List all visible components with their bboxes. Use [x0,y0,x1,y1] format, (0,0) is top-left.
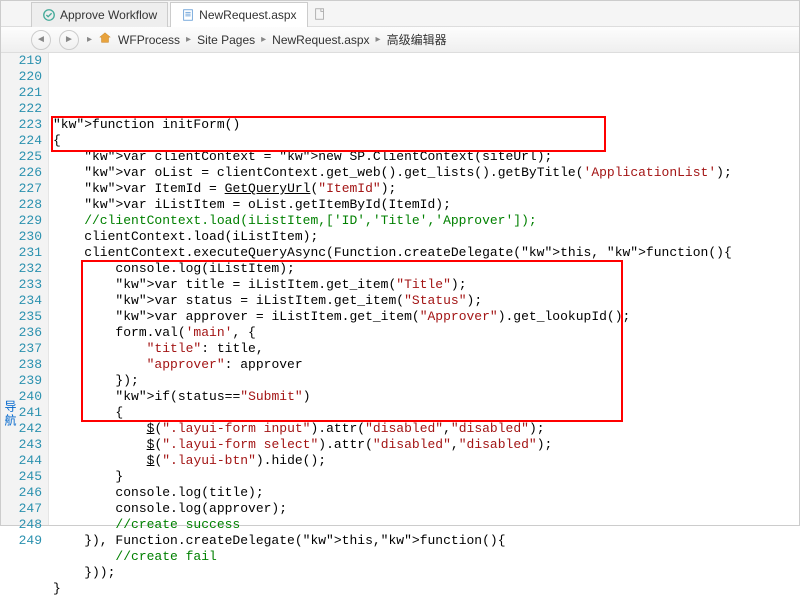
code-line[interactable]: //create fail [53,549,799,565]
chevron-icon: ▸ [186,34,191,45]
line-number: 233 [1,277,42,293]
line-number: 246 [1,485,42,501]
line-number: 234 [1,293,42,309]
nav-forward-button[interactable]: ► [59,30,79,50]
code-line[interactable]: //clientContext.load(iListItem,['ID','Ti… [53,213,799,229]
code-line[interactable]: "title": title, [53,341,799,357]
code-line[interactable]: "kw">var ItemId = GetQueryUrl("ItemId"); [53,181,799,197]
line-number: 222 [1,101,42,117]
line-number: 231 [1,245,42,261]
code-area[interactable]: "kw">function initForm(){ "kw">var clien… [49,53,799,525]
line-number: 248 [1,517,42,533]
code-line[interactable]: "kw">var status = iListItem.get_item("St… [53,293,799,309]
code-line[interactable]: clientContext.executeQueryAsync(Function… [53,245,799,261]
line-number: 224 [1,133,42,149]
tab-approve-workflow[interactable]: Approve Workflow [31,2,168,27]
line-number: 244 [1,453,42,469]
code-line[interactable]: console.log(iListItem); [53,261,799,277]
line-number: 236 [1,325,42,341]
tab-label: NewRequest.aspx [199,8,296,22]
tab-newrequest[interactable]: NewRequest.aspx [170,2,307,27]
line-number: 219 [1,53,42,69]
new-doc-icon [313,7,327,21]
code-editor[interactable]: 2192202212222232242252262272282292302312… [1,53,799,525]
code-line[interactable]: "kw">if(status=="Submit") [53,389,799,405]
tab-bar: Approve Workflow NewRequest.aspx [1,1,799,27]
line-number: 249 [1,533,42,549]
code-line[interactable]: "kw">var clientContext = "kw">new SP.Cli… [53,149,799,165]
breadcrumb-item[interactable]: Site Pages [197,33,255,47]
code-line[interactable]: { [53,405,799,421]
code-line[interactable]: form.val('main', { [53,325,799,341]
line-number: 238 [1,357,42,373]
code-line[interactable]: { [53,133,799,149]
line-number: 237 [1,341,42,357]
chevron-icon: ▸ [376,34,381,45]
line-number: 239 [1,373,42,389]
code-line[interactable]: })); [53,565,799,581]
code-line[interactable] [53,597,799,613]
code-line[interactable]: //create success [53,517,799,533]
line-number: 223 [1,117,42,133]
line-number: 232 [1,261,42,277]
line-number: 245 [1,469,42,485]
breadcrumb-item[interactable]: WFProcess [118,33,180,47]
code-line[interactable]: $(".layui-form input").attr("disabled","… [53,421,799,437]
page-icon [181,8,195,22]
line-number: 227 [1,181,42,197]
line-number: 228 [1,197,42,213]
breadcrumb-bar: ◄ ► ▸ WFProcess ▸ Site Pages ▸ NewReques… [1,27,799,53]
line-number: 235 [1,309,42,325]
home-icon [98,31,112,48]
code-line[interactable]: "kw">var approver = iListItem.get_item("… [53,309,799,325]
nav-back-button[interactable]: ◄ [31,30,51,50]
tab-label: Approve Workflow [60,8,157,22]
code-line[interactable]: "kw">var iListItem = oList.getItemById(I… [53,197,799,213]
code-line[interactable]: }), Function.createDelegate("kw">this,"k… [53,533,799,549]
code-line[interactable]: }); [53,373,799,389]
line-number: 226 [1,165,42,181]
breadcrumb-item[interactable]: NewRequest.aspx [272,33,369,47]
line-number: 243 [1,437,42,453]
check-icon [42,8,56,22]
line-number: 225 [1,149,42,165]
code-line[interactable]: "approver": approver [53,357,799,373]
line-number-gutter: 2192202212222232242252262272282292302312… [1,53,49,525]
new-tab-button[interactable] [310,1,330,26]
code-line[interactable]: console.log(title); [53,485,799,501]
code-line[interactable]: "kw">function initForm() [53,117,799,133]
line-number: 221 [1,85,42,101]
chevron-icon: ▸ [261,34,266,45]
code-line[interactable]: $(".layui-btn").hide(); [53,453,799,469]
line-number: 230 [1,229,42,245]
code-line[interactable]: "kw">var title = iListItem.get_item("Tit… [53,277,799,293]
breadcrumb-item[interactable]: 高级编辑器 [387,31,447,48]
code-line[interactable]: console.log(approver); [53,501,799,517]
line-number: 220 [1,69,42,85]
side-nav-label[interactable]: 导航 [2,400,19,428]
code-line[interactable]: clientContext.load(iListItem); [53,229,799,245]
chevron-icon: ▸ [87,34,92,45]
code-line[interactable]: } [53,581,799,597]
line-number: 229 [1,213,42,229]
code-line[interactable]: } [53,469,799,485]
code-line[interactable]: "kw">var oList = clientContext.get_web()… [53,165,799,181]
code-line[interactable]: $(".layui-form select").attr("disabled",… [53,437,799,453]
line-number: 247 [1,501,42,517]
